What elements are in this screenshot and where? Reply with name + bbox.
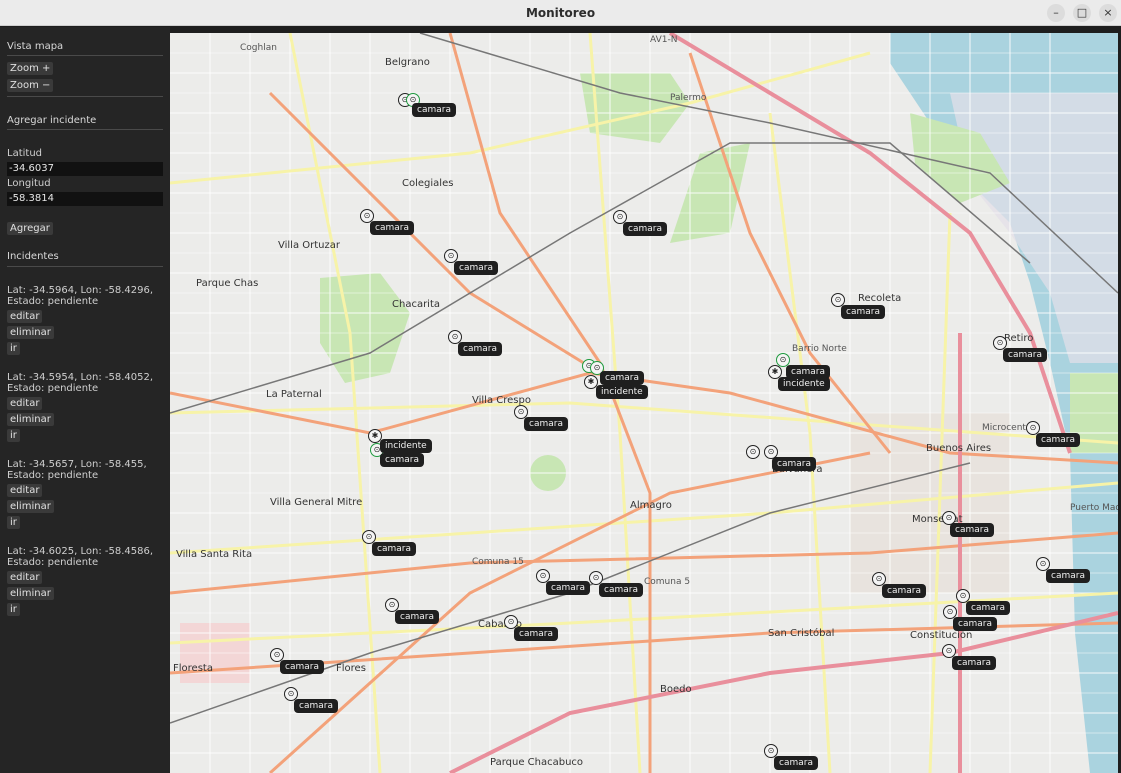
latitude-input[interactable]: -34.6037 [7,162,163,176]
incident-item: Lat: -34.5954, Lon: -58.4052, Estado: pe… [7,372,163,445]
park-area [320,273,410,383]
minimize-button[interactable]: – [1047,4,1065,22]
edit-incident-button[interactable]: editar [7,484,43,497]
marker-label: camara [1003,348,1047,362]
incident-text: Lat: -34.6025, Lon: -58.4586, Estado: pe… [7,546,154,568]
marker-label: camara [294,699,338,713]
place-label: Villa General Mitre [270,497,363,508]
place-label: Recoleta [858,293,902,304]
marker-label: camara [950,523,994,537]
divider [7,266,163,267]
latitude-label: Latitud [7,148,43,159]
place-label: San Cristóbal [768,628,835,639]
divider [7,96,163,97]
place-label: Belgrano [385,57,430,68]
edit-incident-button[interactable]: editar [7,571,43,584]
place-label: Barrio Norte [792,344,847,354]
marker-label: camara [280,660,324,674]
marker-label: camara [599,583,643,597]
marker-label: camara [774,756,818,770]
marker-label: camara [372,542,416,556]
marker-label: camara [395,610,439,624]
marker-label: camara [952,656,996,670]
place-label: Colegiales [402,178,454,189]
incident-item: Lat: -34.5657, Lon: -58.455, Estado: pen… [7,459,163,532]
place-label: Comuna 15 [472,557,524,567]
incident-text: Lat: -34.5657, Lon: -58.455, Estado: pen… [7,459,147,481]
place-label: Chacarita [392,299,441,310]
map-view-heading: Vista mapa [7,41,64,52]
add-incident-heading: Agregar incidente [7,115,97,126]
marker-label: camara [454,261,498,275]
place-label: Puerto Madero [1070,503,1118,513]
delete-incident-button[interactable]: eliminar [7,587,54,600]
divider [7,129,163,130]
longitude-label: Longitud [7,178,51,189]
delete-incident-button[interactable]: eliminar [7,326,54,339]
incident-item: Lat: -34.5964, Lon: -58.4296, Estado: pe… [7,285,163,358]
marker-label: camara [772,457,816,471]
place-label: Flores [336,663,366,674]
marker-label: camara [1036,433,1080,447]
delete-incident-button[interactable]: eliminar [7,500,54,513]
divider [7,55,163,56]
marker-label: camara [380,453,424,467]
marker-label: camara [600,371,644,385]
marker-label: camara [841,305,885,319]
place-label: Boedo [660,684,692,695]
place-label: Almagro [630,500,672,511]
marker-label: camara [458,342,502,356]
edit-incident-button[interactable]: editar [7,310,43,323]
place-label: Villa Santa Rita [176,549,253,560]
close-button[interactable]: × [1099,4,1117,22]
place-label: Parque Chas [196,278,259,289]
marker-label: camara [1046,569,1090,583]
title-bar: Monitoreo – □ × [0,0,1121,26]
delete-incident-button[interactable]: eliminar [7,413,54,426]
marker-label: camara [412,103,456,117]
place-label: Retiro [1004,333,1034,344]
place-label: Palermo [670,93,707,103]
window-title: Monitoreo [525,6,596,20]
marker-label: incidente [380,439,432,453]
camera-icon: ⊙ [746,445,760,459]
incidents-heading: Incidentes [7,251,59,262]
app-window: Monitoreo – □ × Vista mapa Zoom + Zoom −… [0,0,1121,773]
incident-text: Lat: -34.5954, Lon: -58.4052, Estado: pe… [7,372,154,394]
marker-label: camara [370,221,414,235]
incident-item: Lat: -34.6025, Lon: -58.4586, Estado: pe… [7,546,163,619]
place-label: Villa Ortuzar [278,240,340,251]
edit-incident-button[interactable]: editar [7,397,43,410]
place-label: La Paternal [266,389,322,400]
sidebar: Vista mapa Zoom + Zoom − Agregar inciden… [0,27,170,773]
go-to-incident-button[interactable]: ir [7,516,20,529]
map-view[interactable]: Belgrano Coghlan Colegiales Villa Ortuza… [170,33,1118,773]
marker-label: camara [966,601,1010,615]
marker-label: camara [882,584,926,598]
incident-text: Lat: -34.5964, Lon: -58.4296, Estado: pe… [7,285,154,307]
place-label: Floresta [173,663,213,674]
place-label: Constitución [910,630,973,641]
place-label: Comuna 5 [644,577,691,587]
go-to-incident-button[interactable]: ir [7,429,20,442]
marker-label: camara [953,617,997,631]
marker-label: incidente [596,385,648,399]
longitude-input[interactable]: -58.3814 [7,192,163,206]
place-label: Coghlan [240,43,277,53]
place-label: Parque Chacabuco [490,757,584,768]
place-label: AV1-N [650,35,678,45]
maximize-button[interactable]: □ [1073,4,1091,22]
zoom-out-button[interactable]: Zoom − [7,79,54,92]
go-to-incident-button[interactable]: ir [7,342,20,355]
zoom-in-button[interactable]: Zoom + [7,62,54,75]
marker-label: incidente [778,377,830,391]
go-to-incident-button[interactable]: ir [7,603,20,616]
marker-label: camara [514,627,558,641]
marker-label: camara [546,581,590,595]
marker-label: camara [524,417,568,431]
place-label: Buenos Aires [926,443,992,454]
add-incident-button[interactable]: Agregar [7,222,53,235]
marker-label: camara [623,222,667,236]
